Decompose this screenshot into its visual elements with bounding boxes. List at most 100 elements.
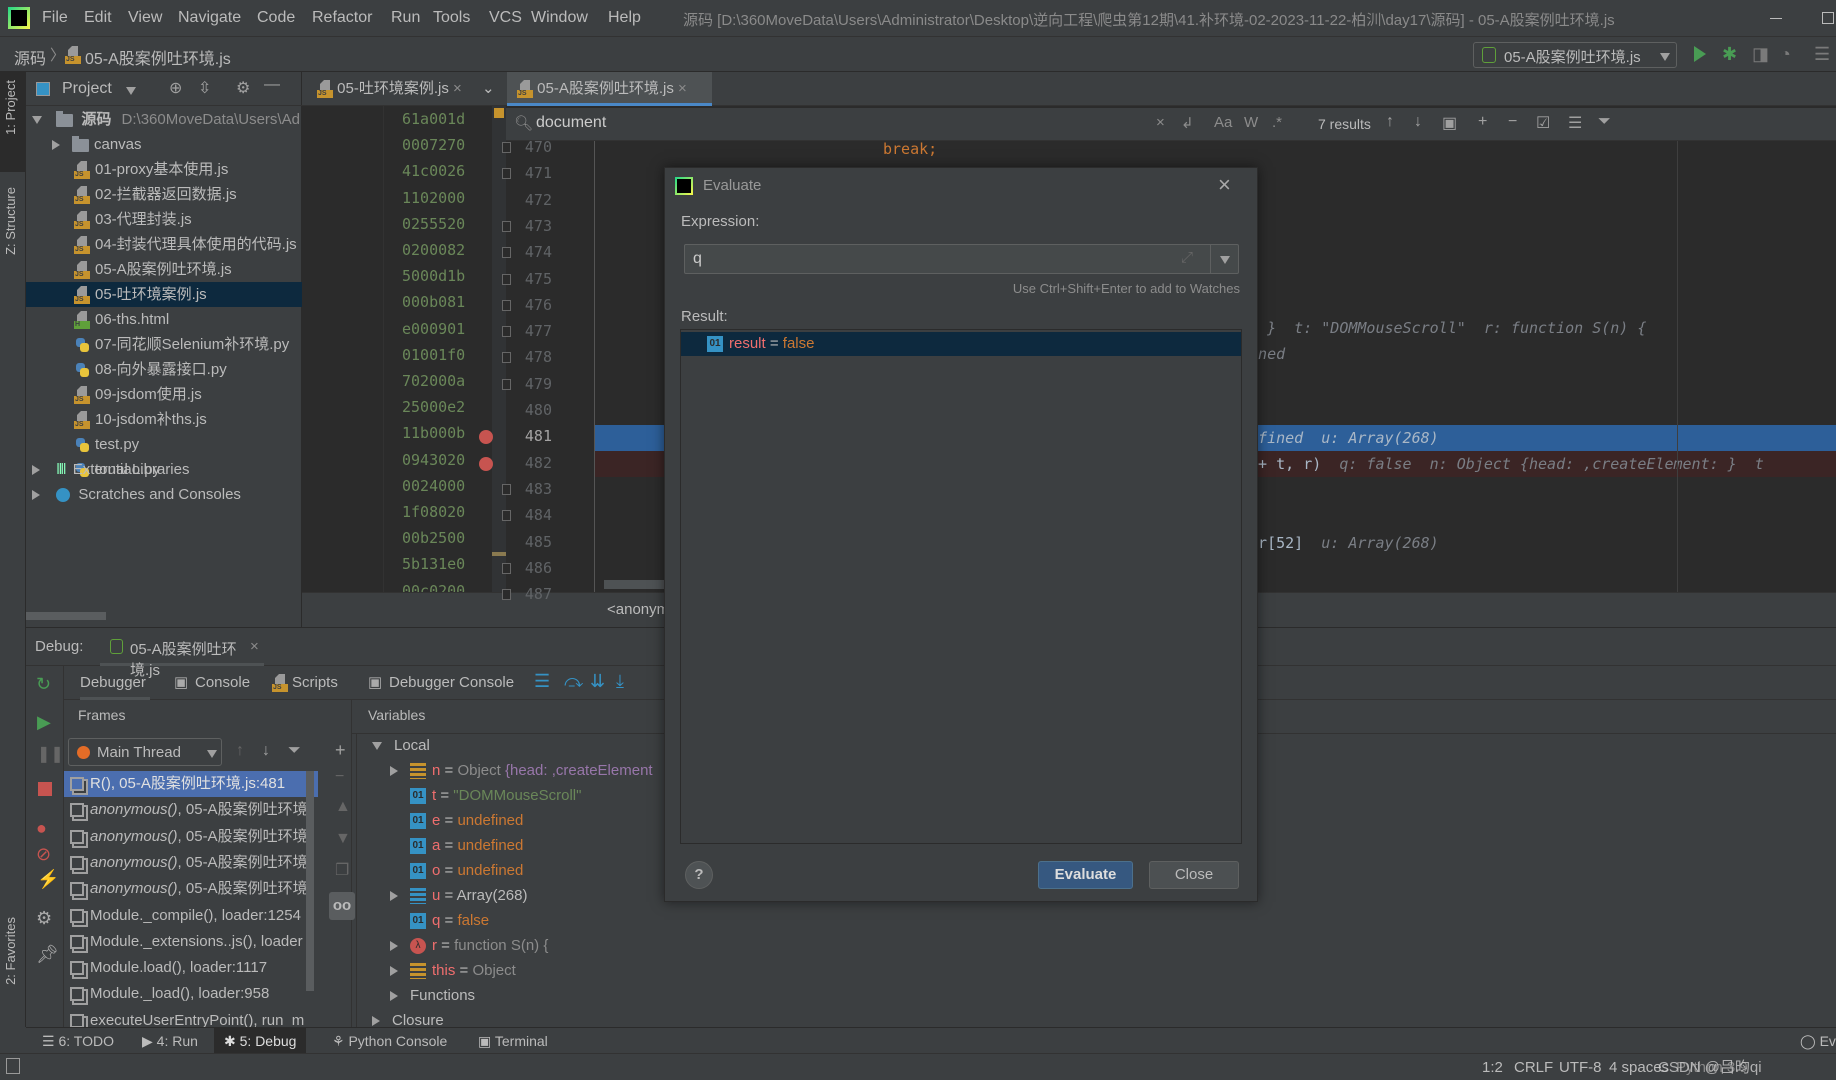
gear-icon[interactable]: ⚙ [236, 78, 250, 98]
thread-dropdown[interactable]: Main Thread [68, 738, 222, 766]
mute-breakpoints-icon[interactable]: ⊘ [36, 844, 51, 865]
tree-item[interactable]: test.py [26, 432, 302, 457]
menu-window[interactable]: Window [531, 9, 588, 27]
locate-icon[interactable]: ⊕ [169, 78, 182, 98]
more-run-icon[interactable]: ☰ [1814, 44, 1830, 65]
structure-tool-tab[interactable]: Z: Structure [3, 187, 18, 255]
regex-toggle[interactable]: .* [1272, 114, 1282, 131]
tree-item[interactable]: JS 03-代理封装.js [26, 207, 302, 232]
stack-frame[interactable]: anonymous(), 05-A股案例吐环境. [64, 824, 318, 850]
project-tool-tab[interactable]: 1: Project [0, 72, 26, 172]
profile-icon[interactable]: ◔ [1780, 44, 1791, 65]
menu-vcs[interactable]: VCS [489, 9, 522, 27]
fold-marker-icon[interactable] [502, 299, 511, 311]
menu-tools[interactable]: Tools [433, 9, 470, 27]
variable-row[interactable]: this = Object [390, 958, 516, 983]
tab-console[interactable]: Console [195, 674, 250, 691]
todo-tool-button[interactable]: ☰ 6: TODO [42, 1028, 114, 1054]
breadcrumb-file[interactable]: 05-A股案例吐环境.js [85, 45, 231, 69]
stack-frame[interactable]: R(), 05-A股案例吐环境.js:481 [64, 771, 318, 797]
tab-debugger[interactable]: Debugger [80, 674, 150, 700]
tree-item[interactable]: JS 10-jsdom补ths.js [26, 407, 302, 432]
variable-row[interactable]: 01 e = undefined [390, 808, 523, 833]
tree-item[interactable]: H 06-ths.html [26, 307, 302, 332]
expand-icon[interactable]: ⤢ [1181, 249, 1193, 266]
show-watches-icon[interactable]: oo [329, 892, 355, 920]
file-encoding[interactable]: UTF-8 [1559, 1059, 1602, 1076]
pin-icon[interactable]: 📌︎ [36, 944, 59, 965]
menu-code[interactable]: Code [257, 9, 295, 27]
run-tool-button[interactable]: ▶ 4: Run [142, 1028, 198, 1054]
tab-debugger-console[interactable]: Debugger Console [389, 674, 514, 691]
event-log-button[interactable]: ◯ Eve [1800, 1028, 1836, 1054]
breadcrumb-root[interactable]: 源码 [14, 45, 46, 69]
run-icon[interactable] [1694, 46, 1706, 62]
python-console-button[interactable]: ⚘ Python Console [332, 1028, 447, 1054]
frames-scrollbar[interactable] [306, 771, 314, 991]
menu-view[interactable]: View [128, 9, 162, 27]
help-button[interactable]: ? [685, 861, 713, 889]
stack-frame[interactable]: anonymous(), 05-A股案例吐环境. [64, 850, 318, 876]
filter-icon[interactable]: ⏷ [1598, 113, 1611, 131]
tab-05-吐环境案例[interactable]: JS 05-吐环境案例.js × [307, 72, 474, 106]
clear-search-icon[interactable]: × [1156, 114, 1165, 131]
variables-local-group[interactable]: Local [372, 733, 430, 758]
fold-marker-icon[interactable] [502, 247, 511, 259]
variable-row[interactable]: 01 q = false [390, 908, 489, 933]
next-frame-icon[interactable]: ↓ [262, 742, 270, 760]
newline-icon[interactable]: ↲ [1181, 114, 1194, 132]
tab-scripts[interactable]: Scripts [292, 674, 338, 691]
fold-marker-icon[interactable] [502, 142, 511, 153]
previous-frame-icon[interactable]: ↑ [236, 742, 244, 760]
variable-row[interactable]: λr = function S(n) { [390, 933, 548, 958]
stack-frame[interactable]: Module._compile(), loader:1254 [64, 903, 318, 929]
match-case-toggle[interactable]: Aa [1214, 114, 1232, 131]
tree-root[interactable]: 源码 D:\360MoveData\Users\Ad [26, 107, 302, 132]
variable-row[interactable]: n = Object {head: ,createElement [390, 758, 653, 783]
new-watch-icon[interactable]: + [335, 740, 346, 761]
tab-list-dropdown[interactable]: ⌄ [474, 72, 504, 106]
close-tab-icon[interactable]: × [453, 80, 462, 97]
expression-input[interactable]: q ⤢ [684, 244, 1239, 274]
caret-position[interactable]: 1:2 [1482, 1059, 1503, 1076]
history-dropdown[interactable] [1210, 245, 1238, 273]
settings-icon[interactable]: ⚙ [36, 908, 52, 929]
step-over-icon[interactable]: ⤼ [564, 671, 583, 692]
toggle-selection-icon[interactable]: ☑ [1536, 113, 1550, 133]
scope-breadcrumb[interactable]: <anonym [607, 601, 669, 618]
previous-occurrence-icon[interactable]: ↑ [1386, 113, 1394, 131]
remove-watch-icon[interactable]: − [335, 768, 344, 786]
fold-marker-icon[interactable] [502, 510, 511, 522]
variable-row[interactable]: u = Array(268) [390, 883, 527, 908]
menu-file[interactable]: File [42, 9, 68, 27]
stack-frame[interactable]: anonymous(), 05-A股案例吐环境. [64, 797, 318, 823]
breakpoint-icon[interactable] [479, 456, 493, 471]
tree-item[interactable]: JS 05-A股案例吐环境.js [26, 257, 302, 282]
toggle-tool-windows-icon[interactable] [6, 1058, 20, 1074]
fold-marker-icon[interactable] [502, 326, 511, 338]
force-step-into-icon[interactable]: ⤓ [616, 671, 624, 692]
tree-item[interactable]: JS 01-proxy基本使用.js [26, 157, 302, 182]
words-toggle[interactable]: W [1244, 114, 1258, 131]
close-icon[interactable]: × [1218, 172, 1231, 198]
stack-frame[interactable]: Module._extensions..js(), loader [64, 929, 318, 955]
close-button[interactable]: Close [1149, 861, 1239, 889]
stop-icon[interactable] [38, 782, 52, 796]
variable-row[interactable]: 01 t = "DOMMouseScroll" [390, 783, 581, 808]
move-up-icon[interactable]: ▲ [335, 798, 351, 816]
variable-row[interactable]: 01 a = undefined [390, 833, 523, 858]
horizontal-scrollbar[interactable] [26, 612, 106, 620]
select-all-occurrences-icon[interactable]: ▣ [1442, 113, 1457, 133]
fold-marker-icon[interactable] [502, 352, 511, 364]
layout-icon[interactable]: ☰ [534, 671, 550, 692]
variable-row[interactable]: 01 o = undefined [390, 858, 523, 883]
menu-navigate[interactable]: Navigate [178, 9, 241, 27]
menu-refactor[interactable]: Refactor [312, 9, 372, 27]
pause-icon[interactable]: ❚❚ [37, 744, 64, 764]
result-row[interactable]: 01 result = false [681, 332, 1241, 356]
favorites-tool-tab[interactable]: 2: Favorites [3, 917, 18, 985]
fold-marker-icon[interactable] [502, 589, 511, 601]
menu-run[interactable]: Run [391, 9, 420, 27]
fold-marker-icon[interactable] [502, 273, 511, 285]
close-tab-icon[interactable]: × [678, 80, 687, 97]
